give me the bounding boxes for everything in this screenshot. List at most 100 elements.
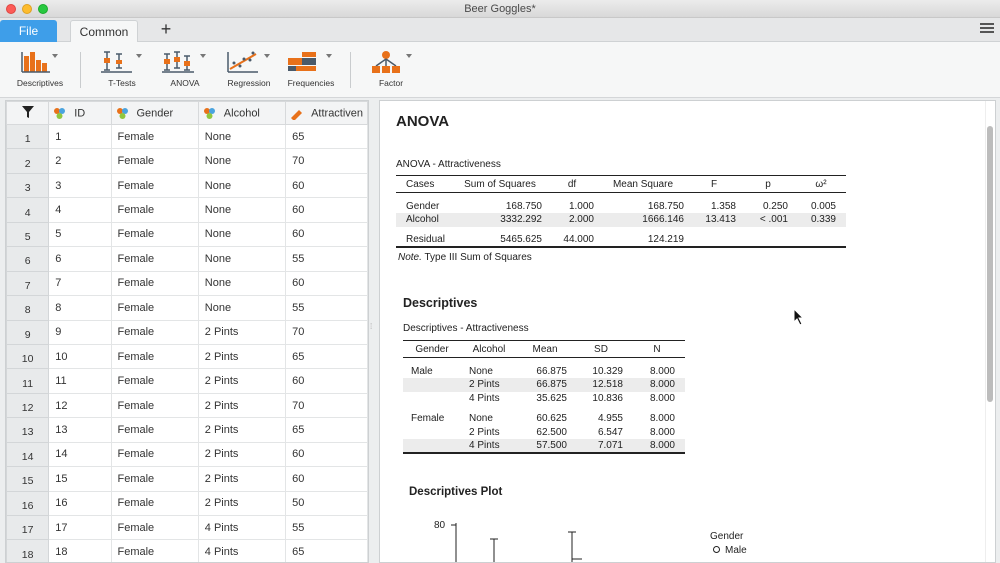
row-number[interactable]: 18 xyxy=(6,539,50,562)
table-cell[interactable]: 60 xyxy=(285,466,368,492)
anova-button[interactable]: ANOVA xyxy=(160,50,210,96)
row-number[interactable]: 8 xyxy=(6,295,50,321)
table-cell[interactable]: 55 xyxy=(285,514,368,541)
row-number[interactable]: 16 xyxy=(6,490,50,517)
row-number[interactable]: 14 xyxy=(6,441,50,468)
table-row[interactable]: 8 8 Female None 55 xyxy=(6,295,368,321)
row-number[interactable]: 5 xyxy=(6,221,50,248)
table-cell[interactable]: Female xyxy=(110,221,199,248)
table-cell[interactable]: 50 xyxy=(285,490,368,517)
row-number[interactable]: 1 xyxy=(6,123,50,150)
table-cell[interactable]: Female xyxy=(110,466,199,492)
table-cell[interactable]: Female xyxy=(110,270,199,297)
table-cell[interactable]: 2 xyxy=(48,148,112,174)
table-row[interactable]: 14 14 Female 2 Pints 60 xyxy=(6,441,368,468)
table-cell[interactable]: Female xyxy=(110,148,199,174)
table-cell[interactable]: 7 xyxy=(48,270,112,297)
row-number[interactable]: 13 xyxy=(6,417,50,443)
table-cell[interactable]: 13 xyxy=(48,417,112,443)
table-cell[interactable]: 60 xyxy=(285,441,368,468)
table-cell[interactable]: Female xyxy=(110,172,199,199)
table-cell[interactable]: 60 xyxy=(285,197,368,223)
frequencies-button[interactable]: Frequencies xyxy=(284,50,338,96)
table-row[interactable]: 4 4 Female None 60 xyxy=(6,197,368,223)
table-cell[interactable]: 2 Pints xyxy=(197,392,287,419)
row-number[interactable]: 12 xyxy=(6,392,50,419)
table-cell[interactable]: 15 xyxy=(48,466,112,492)
table-cell[interactable]: Female xyxy=(110,319,199,345)
row-number[interactable]: 17 xyxy=(6,514,50,541)
hamburger-menu-icon[interactable] xyxy=(980,21,994,37)
row-number[interactable]: 4 xyxy=(6,197,50,223)
table-cell[interactable]: Female xyxy=(110,490,199,517)
table-cell[interactable]: 70 xyxy=(285,148,368,174)
table-cell[interactable]: 8 xyxy=(48,295,112,321)
table-cell[interactable]: 60 xyxy=(285,221,368,248)
row-number[interactable]: 10 xyxy=(6,343,50,370)
table-cell[interactable]: 14 xyxy=(48,441,112,468)
table-cell[interactable]: 11 xyxy=(48,368,112,394)
table-cell[interactable]: None xyxy=(197,295,287,321)
table-cell[interactable]: 2 Pints xyxy=(197,319,287,345)
t-tests-button[interactable]: T-Tests xyxy=(98,50,146,96)
table-cell[interactable]: 12 xyxy=(48,392,112,419)
table-row[interactable]: 18 18 Female 4 Pints 65 xyxy=(6,539,368,562)
table-cell[interactable]: 16 xyxy=(48,490,112,517)
table-cell[interactable]: 4 Pints xyxy=(197,539,287,562)
table-cell[interactable]: 9 xyxy=(48,319,112,345)
row-number[interactable]: 6 xyxy=(6,246,50,272)
table-row[interactable]: 2 2 Female None 70 xyxy=(6,148,368,174)
table-cell[interactable]: 60 xyxy=(285,368,368,394)
table-row[interactable]: 16 16 Female 2 Pints 50 xyxy=(6,490,368,517)
table-cell[interactable]: 60 xyxy=(285,172,368,199)
table-cell[interactable]: 2 Pints xyxy=(197,368,287,394)
results-scroll-thumb[interactable] xyxy=(987,126,993,402)
table-cell[interactable]: 70 xyxy=(285,392,368,419)
table-cell[interactable]: 5 xyxy=(48,221,112,248)
table-cell[interactable]: Female xyxy=(110,514,199,541)
table-cell[interactable]: 4 xyxy=(48,197,112,223)
table-cell[interactable]: Female xyxy=(110,123,199,150)
table-cell[interactable]: Female xyxy=(110,417,199,443)
table-row[interactable]: 7 7 Female None 60 xyxy=(6,270,368,297)
table-cell[interactable]: 65 xyxy=(285,539,368,562)
table-cell[interactable]: 17 xyxy=(48,514,112,541)
regression-button[interactable]: Regression xyxy=(222,50,276,96)
table-cell[interactable]: 65 xyxy=(285,417,368,443)
row-number[interactable]: 11 xyxy=(6,368,50,394)
column-header-alcohol[interactable]: Alcohol xyxy=(197,101,287,125)
table-cell[interactable]: Female xyxy=(110,246,199,272)
descriptives-button[interactable]: Descriptives xyxy=(14,50,66,96)
table-cell[interactable]: 1 xyxy=(48,123,112,150)
table-row[interactable]: 10 10 Female 2 Pints 65 xyxy=(6,343,368,370)
table-cell[interactable]: None xyxy=(197,270,287,297)
table-row[interactable]: 17 17 Female 4 Pints 55 xyxy=(6,514,368,541)
table-cell[interactable]: Female xyxy=(110,539,199,562)
add-module-button[interactable]: + xyxy=(156,18,176,40)
table-cell[interactable]: 4 Pints xyxy=(197,514,287,541)
row-number[interactable]: 7 xyxy=(6,270,50,297)
table-row[interactable]: 15 15 Female 2 Pints 60 xyxy=(6,466,368,492)
table-cell[interactable]: 65 xyxy=(285,123,368,150)
table-row[interactable]: 5 5 Female None 60 xyxy=(6,221,368,248)
table-cell[interactable]: Female xyxy=(110,392,199,419)
tab-common[interactable]: Common xyxy=(70,20,138,43)
table-cell[interactable]: 6 xyxy=(48,246,112,272)
column-header-id[interactable]: ID xyxy=(48,101,112,125)
table-cell[interactable]: 10 xyxy=(48,343,112,370)
table-cell[interactable]: None xyxy=(197,197,287,223)
table-row[interactable]: 13 13 Female 2 Pints 65 xyxy=(6,417,368,443)
row-number[interactable]: 3 xyxy=(6,172,50,199)
factor-button[interactable]: Factor xyxy=(368,50,414,96)
table-cell[interactable]: 3 xyxy=(48,172,112,199)
row-number[interactable]: 2 xyxy=(6,148,50,174)
table-cell[interactable]: 2 Pints xyxy=(197,417,287,443)
table-row[interactable]: 1 1 Female None 65 xyxy=(6,123,368,150)
table-cell[interactable]: Female xyxy=(110,343,199,370)
table-cell[interactable]: 55 xyxy=(285,246,368,272)
table-cell[interactable]: 65 xyxy=(285,343,368,370)
results-scrollbar[interactable] xyxy=(985,101,995,562)
table-cell[interactable]: Female xyxy=(110,441,199,468)
table-cell[interactable]: None xyxy=(197,172,287,199)
table-cell[interactable]: 55 xyxy=(285,295,368,321)
